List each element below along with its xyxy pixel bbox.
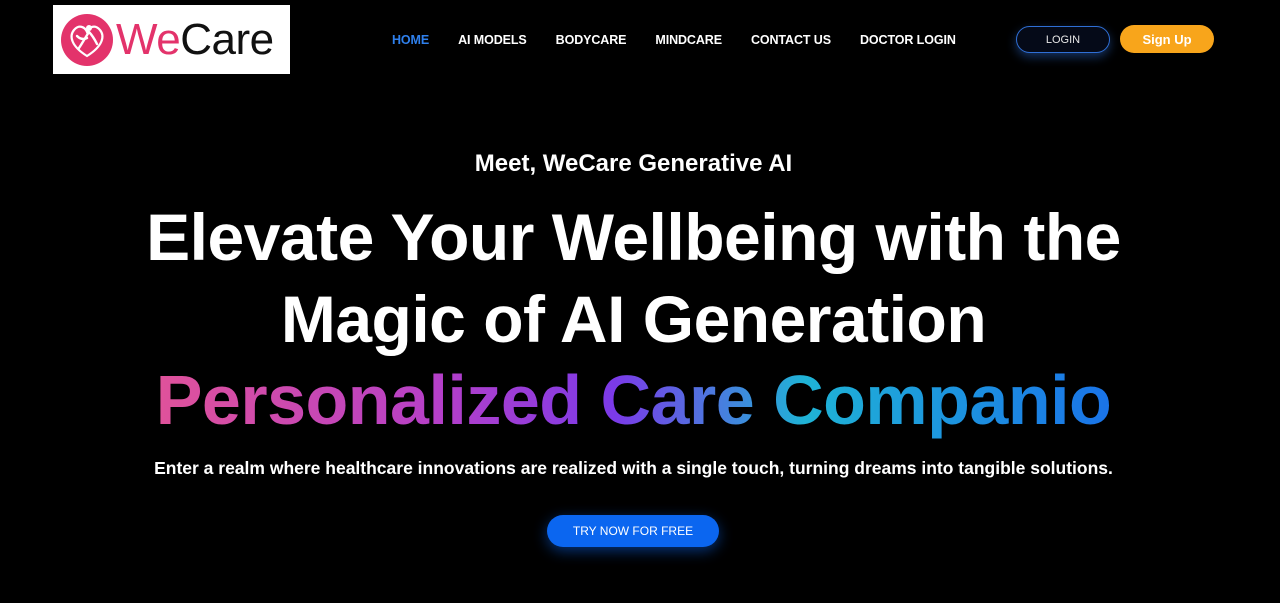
- hero-title-line-1: Elevate Your Wellbeing with the: [146, 200, 1121, 274]
- nav-home[interactable]: HOME: [392, 33, 429, 47]
- nav-mindcare[interactable]: MINDCARE: [655, 33, 722, 47]
- hero-gradient-headline: Personalized Care Companio: [0, 360, 1267, 440]
- hero-subtitle: Enter a realm where healthcare innovatio…: [154, 458, 1113, 478]
- logo-heart-icon: [61, 13, 113, 66]
- logo-text-care: Care: [180, 14, 274, 64]
- logo-wordmark: WeCare: [116, 14, 274, 64]
- hero-eyebrow: Meet, WeCare Generative AI: [474, 150, 793, 177]
- login-button[interactable]: LOGIN: [1016, 26, 1110, 53]
- nav-bodycare[interactable]: BODYCARE: [556, 33, 627, 47]
- main-nav: HOME AI MODELS BODYCARE MINDCARE CONTACT…: [392, 31, 985, 49]
- nav-contact-us[interactable]: CONTACT US: [751, 33, 831, 47]
- hero-title: Elevate Your Wellbeing with the Magic of…: [0, 196, 1267, 360]
- logo-text-we: We: [116, 14, 181, 64]
- signup-button[interactable]: Sign Up: [1120, 25, 1214, 53]
- try-now-button[interactable]: TRY NOW FOR FREE: [547, 515, 719, 547]
- hero-gradient-text: Personalized Care Companio: [155, 361, 1112, 439]
- nav-ai-models[interactable]: AI MODELS: [458, 33, 527, 47]
- logo[interactable]: WeCare: [53, 5, 290, 74]
- landing-page: WeCare HOME AI MODELS BODYCARE MINDCARE …: [0, 0, 1280, 603]
- nav-doctor-login[interactable]: DOCTOR LOGIN: [860, 33, 956, 47]
- hero-title-line-2: Magic of AI Generation: [280, 282, 987, 356]
